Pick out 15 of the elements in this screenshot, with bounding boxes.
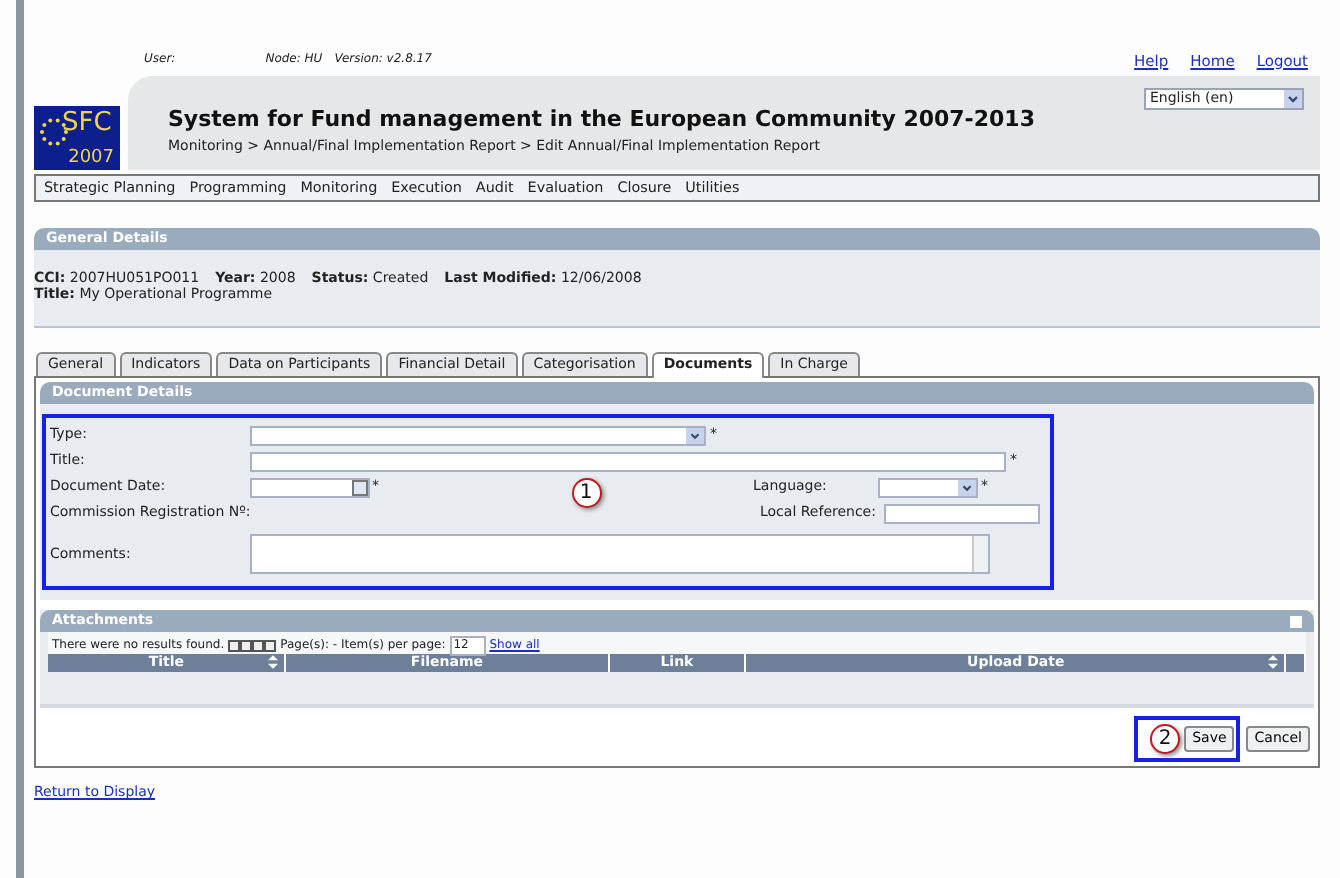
input-field[interactable] bbox=[884, 503, 1040, 523]
dropdown-arrow-icon bbox=[1284, 90, 1302, 108]
callout-marker: 1 bbox=[571, 478, 601, 508]
dropdown-arrow-icon bbox=[686, 427, 704, 443]
dropdown-arrow-icon bbox=[957, 479, 975, 495]
sort-icon[interactable] bbox=[268, 654, 279, 670]
callout-marker: 2 bbox=[1150, 724, 1181, 754]
sort-icon[interactable] bbox=[1268, 654, 1279, 670]
select-field[interactable] bbox=[877, 477, 977, 497]
logo: SFC 2007 bbox=[34, 106, 120, 170]
textarea-field[interactable] bbox=[250, 534, 990, 574]
input-field[interactable] bbox=[250, 451, 1006, 471]
page-title: System for Fund management in the European Community 2007-2013 bbox=[168, 106, 1035, 133]
select-field[interactable] bbox=[250, 425, 706, 445]
scrollbar bbox=[972, 536, 988, 572]
